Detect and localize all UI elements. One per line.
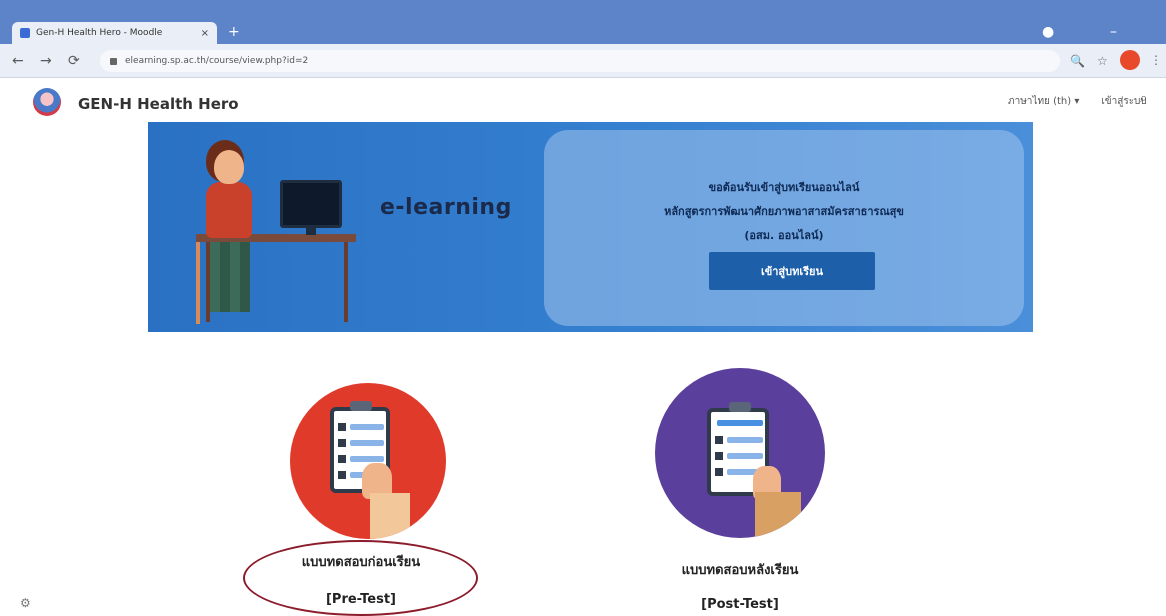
reload-button[interactable]: ⟳: [68, 53, 80, 69]
site-title[interactable]: GEN-H Health Hero: [78, 95, 239, 113]
welcome-line-1: ขอต้อนรับเข้าสู่บทเรียนออนไลน์: [708, 181, 860, 194]
lock-icon: [110, 57, 117, 65]
language-menu[interactable]: ภาษาไทย ‎(th)‎ ▾: [1008, 94, 1079, 109]
browser-toolbar: ← → ⟳ elearning.sp.ac.th/course/view.php…: [0, 44, 1166, 78]
zoom-icon[interactable]: 🔍: [1070, 54, 1085, 68]
enter-lesson-button[interactable]: เข้าสู่บทเรียน: [709, 252, 875, 290]
browser-tab[interactable]: Gen-H Health Hero - Moodle ×: [12, 22, 217, 44]
browser-tab-bar: Gen-H Health Hero - Moodle × + ● –: [0, 0, 1166, 44]
site-logo[interactable]: [33, 88, 61, 116]
favicon-icon: [20, 28, 30, 38]
person-body-graphic: [206, 182, 252, 238]
highlight-oval: [243, 540, 478, 616]
search-icon[interactable]: ⌕: [1140, 91, 1147, 106]
monitor-graphic: [280, 180, 342, 228]
tab-title: Gen-H Health Hero - Moodle: [36, 28, 163, 38]
post-test-label[interactable]: แบบทดสอบหลังเรียน: [625, 559, 855, 580]
welcome-card: ขอต้อนรับเข้าสู่บทเรียนออนไลน์ หลักสูตรก…: [544, 130, 1024, 326]
banner-heading: e-learning: [380, 195, 512, 220]
person-legs-graphic: [210, 236, 250, 312]
profile-avatar[interactable]: [1120, 50, 1140, 70]
address-bar[interactable]: elearning.sp.ac.th/course/view.php?id=2: [100, 50, 1060, 72]
post-test-sub[interactable]: [Post-Test]: [625, 597, 855, 612]
welcome-line-3: (อสม. ออนไลน์): [744, 229, 824, 242]
minimize-icon[interactable]: –: [1110, 24, 1117, 40]
person-head-graphic: [214, 150, 244, 184]
desk-leg: [206, 242, 210, 322]
sleeve-graphic: [755, 492, 801, 538]
desk-leg: [344, 242, 348, 322]
forward-button[interactable]: →: [40, 53, 52, 69]
site-nav: ภาษาไทย ‎(th)‎ ▾ เข้าสู่ระบบ: [1008, 94, 1147, 109]
back-button[interactable]: ←: [12, 53, 24, 69]
new-tab-button[interactable]: +: [228, 24, 240, 40]
close-tab-icon[interactable]: ×: [201, 28, 209, 39]
hero-banner: e-learning ขอต้อนรับเข้าสู่บทเรียนออนไลน…: [148, 122, 1033, 332]
sleeve-graphic: [370, 493, 410, 539]
monitor-stand-graphic: [306, 227, 316, 235]
star-icon[interactable]: ☆: [1097, 54, 1108, 68]
welcome-line-2: หลักสูตรการพัฒนาศักยภาพอาสาสมัครสาธารณสุ…: [664, 205, 904, 218]
settings-gear-icon[interactable]: ⚙: [20, 596, 31, 610]
post-test-image[interactable]: [655, 368, 825, 538]
url-text: elearning.sp.ac.th/course/view.php?id=2: [125, 56, 309, 66]
pre-test-image[interactable]: [290, 383, 446, 539]
browser-menu-icon[interactable]: ⋮: [1150, 53, 1162, 67]
profile-circle-icon[interactable]: ●: [1042, 24, 1054, 40]
